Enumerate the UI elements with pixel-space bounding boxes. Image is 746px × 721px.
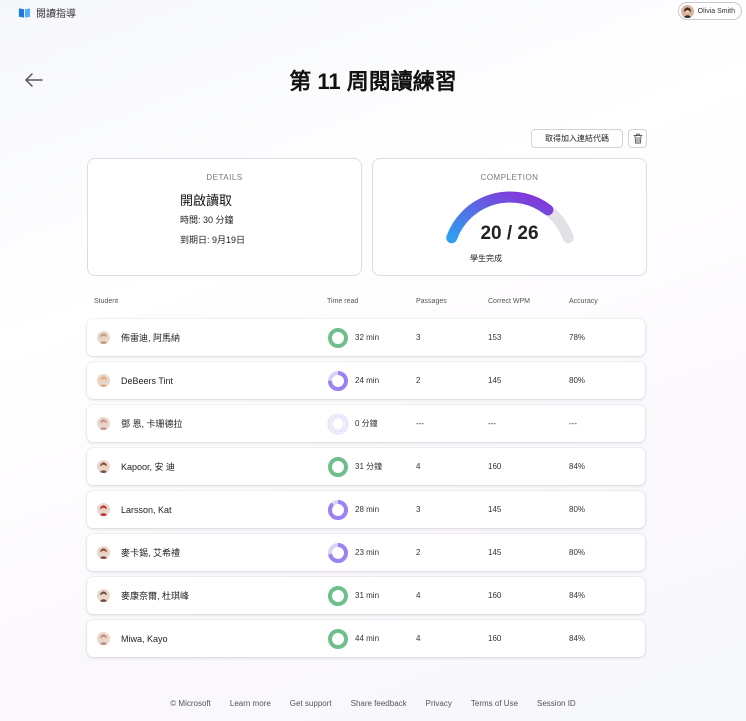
progress-ring xyxy=(328,629,348,649)
avatar xyxy=(97,546,110,559)
header-student[interactable]: Student xyxy=(94,298,118,305)
app-name: 閱讀指導 xyxy=(36,9,76,20)
header-passages[interactable]: Passages xyxy=(416,298,447,305)
progress-ring xyxy=(328,457,348,477)
footer: © Microsoft Learn more Get support Share… xyxy=(0,699,746,708)
passages: --- xyxy=(416,419,424,428)
avatar xyxy=(97,374,110,387)
accuracy: 80% xyxy=(569,548,586,557)
correct-wpm: 145 xyxy=(488,548,502,557)
get-join-code-button[interactable]: 取得加入連結代碼 xyxy=(531,129,623,148)
due-date: 到期日: 9月19日 xyxy=(180,235,246,245)
app-brand[interactable]: 閱讀指導 xyxy=(18,5,76,20)
time-read: 28 min xyxy=(355,505,380,514)
time-read: 31 min xyxy=(355,591,380,600)
table-row[interactable]: Kapoor, 安 迪 31 分鐘 4 160 84% xyxy=(87,448,645,485)
header-correct-wpm[interactable]: Correct WPM xyxy=(488,298,530,305)
accuracy: 84% xyxy=(569,591,586,600)
user-name: Olivia Smith xyxy=(697,7,735,15)
student-name[interactable]: 麥康奈爾, 杜琪峰 xyxy=(121,577,189,614)
footer-privacy[interactable]: Privacy xyxy=(426,699,452,708)
details-label: DETAILS xyxy=(206,173,243,182)
table-row[interactable]: 佈雷迪, 阿馬納 32 min 3 153 78% xyxy=(87,319,645,356)
table-row[interactable]: 麥康奈爾, 杜琪峰 31 min 4 160 84% xyxy=(87,577,645,614)
progress-ring xyxy=(328,500,348,520)
passages: 3 xyxy=(416,505,421,514)
footer-share-feedback[interactable]: Share feedback xyxy=(351,699,407,708)
footer-get-support[interactable]: Get support xyxy=(290,699,332,708)
table-row[interactable]: Miwa, Kayo 44 min 4 160 84% xyxy=(87,620,645,657)
completion-label: COMPLETION xyxy=(480,173,539,182)
time-read: 32 min xyxy=(355,333,380,342)
correct-wpm: 145 xyxy=(488,505,502,514)
accuracy: 80% xyxy=(569,505,586,514)
avatar xyxy=(97,417,110,430)
progress-ring xyxy=(328,328,348,348)
student-name[interactable]: Kapoor, 安 迪 xyxy=(121,448,175,485)
progress-ring xyxy=(328,543,348,563)
student-name[interactable]: Larsson, Kat xyxy=(121,491,172,528)
avatar xyxy=(97,503,110,516)
footer-terms[interactable]: Terms of Use xyxy=(471,699,518,708)
completion-card: COMPLETION 20 / 26 學生完成 xyxy=(372,158,647,276)
correct-wpm: 160 xyxy=(488,634,502,643)
progress-ring xyxy=(328,371,348,391)
table-header: Student Time read Passages Correct WPM A… xyxy=(87,298,646,310)
correct-wpm: 153 xyxy=(488,333,502,342)
time-read: 24 min xyxy=(355,376,380,385)
correct-wpm: 145 xyxy=(488,376,502,385)
avatar xyxy=(97,331,110,344)
table-row[interactable]: 鄧 恩, 卡珊德拉 0 分鐘 --- --- --- xyxy=(87,405,645,442)
accuracy: 84% xyxy=(569,462,586,471)
student-name[interactable]: 鄧 恩, 卡珊德拉 xyxy=(121,405,183,442)
trash-icon xyxy=(633,133,642,144)
student-name[interactable]: DeBeers Tint xyxy=(121,362,173,399)
accuracy: 84% xyxy=(569,634,586,643)
passages: 2 xyxy=(416,548,421,557)
page-title: 第 11 周閱讀練習 xyxy=(289,69,457,94)
passages: 4 xyxy=(416,462,421,471)
passages: 2 xyxy=(416,376,421,385)
table-row[interactable]: 麥卡錫, 艾希禮 23 min 2 145 80% xyxy=(87,534,645,571)
user-account-button[interactable]: Olivia Smith xyxy=(677,2,742,20)
completion-value: 20 / 26 xyxy=(480,223,539,244)
progress-ring xyxy=(327,413,349,435)
avatar xyxy=(97,589,110,602)
student-name[interactable]: 佈雷迪, 阿馬納 xyxy=(121,319,180,356)
avatar xyxy=(97,632,110,645)
header-time-read[interactable]: Time read xyxy=(327,298,358,305)
passages: 3 xyxy=(416,333,421,342)
accuracy: --- xyxy=(569,419,577,428)
progress-ring xyxy=(328,586,348,606)
time-read: 44 min xyxy=(355,634,380,643)
accuracy: 80% xyxy=(569,376,586,385)
delete-button[interactable] xyxy=(628,129,647,148)
details-card: DETAILS 開啟讀取 時間: 30 分鐘 到期日: 9月19日 xyxy=(87,158,362,276)
correct-wpm: 160 xyxy=(488,462,502,471)
time-read: 31 分鐘 xyxy=(355,462,383,471)
avatar xyxy=(680,4,694,18)
footer-copyright: © Microsoft xyxy=(170,699,211,708)
time-read: 0 分鐘 xyxy=(355,419,378,428)
passages: 4 xyxy=(416,591,421,600)
passages: 4 xyxy=(416,634,421,643)
correct-wpm: --- xyxy=(488,419,496,428)
footer-session-id[interactable]: Session ID xyxy=(537,699,576,708)
accuracy: 78% xyxy=(569,333,586,342)
correct-wpm: 160 xyxy=(488,591,502,600)
student-name[interactable]: Miwa, Kayo xyxy=(121,620,168,657)
header-accuracy[interactable]: Accuracy xyxy=(569,298,598,305)
table-row[interactable]: Larsson, Kat 28 min 3 145 80% xyxy=(87,491,645,528)
assignment-type: 開啟讀取 xyxy=(180,193,233,208)
avatar xyxy=(97,460,110,473)
time-limit: 時間: 30 分鐘 xyxy=(180,215,234,225)
table-row[interactable]: DeBeers Tint 24 min 2 145 80% xyxy=(87,362,645,399)
time-read: 23 min xyxy=(355,548,380,557)
footer-learn-more[interactable]: Learn more xyxy=(230,699,271,708)
book-icon xyxy=(18,7,31,18)
student-name[interactable]: 麥卡錫, 艾希禮 xyxy=(121,534,180,571)
completion-caption: 學生完成 xyxy=(470,254,502,263)
